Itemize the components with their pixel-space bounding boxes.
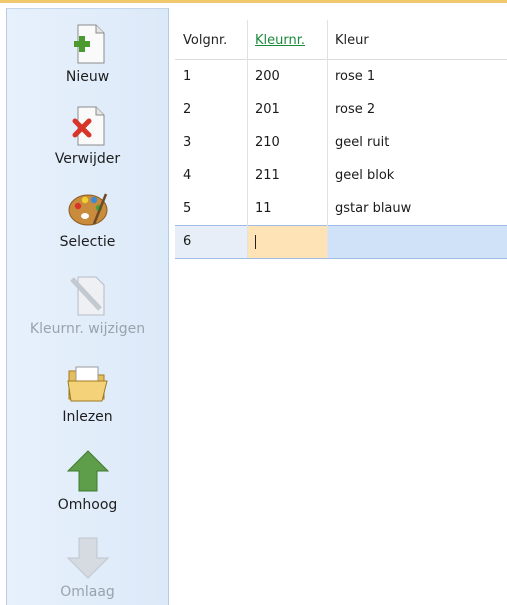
paint-palette-icon (68, 193, 107, 226)
cell-sequence-number[interactable]: 5 (175, 192, 247, 225)
new-row[interactable]: 6 (175, 225, 507, 258)
cell-color[interactable]: geel blok (327, 159, 507, 192)
column-divider (247, 20, 248, 258)
selection-button[interactable]: Selectie (7, 184, 168, 250)
color-table: Volgnr. Kleurnr. Kleur 1 200 rose 1 2 20… (175, 20, 507, 259)
header-color[interactable]: Kleur (327, 20, 507, 60)
cell-color[interactable] (327, 225, 507, 258)
new-label: Nieuw (65, 69, 110, 85)
change-color-label: Kleurnr. wijzigen (29, 321, 146, 337)
window-top-border (0, 0, 507, 3)
cell-color[interactable]: gstar blauw (327, 192, 507, 225)
cell-color-number[interactable]: 211 (247, 159, 327, 192)
cell-sequence-number[interactable]: 4 (175, 159, 247, 192)
move-up-label: Omhoog (57, 497, 118, 513)
move-up-button[interactable]: Omhoog (7, 447, 168, 513)
header-color-number-label: Kleurnr. (255, 32, 306, 48)
cell-sequence-number[interactable]: 2 (175, 93, 247, 126)
cell-sequence-number[interactable]: 3 (175, 126, 247, 159)
new-document-icon (73, 24, 104, 64)
new-button[interactable]: Nieuw (7, 19, 168, 85)
table-row[interactable]: 2 201 rose 2 (175, 93, 507, 126)
import-label: Inlezen (62, 409, 113, 425)
cell-color-number[interactable]: 210 (247, 126, 327, 159)
delete-label: Verwijder (54, 151, 121, 167)
edit-pencil-document-icon (69, 276, 104, 316)
table-header-row: Volgnr. Kleurnr. Kleur (175, 20, 507, 60)
delete-document-icon (72, 106, 104, 146)
table-row[interactable]: 5 11 gstar blauw (175, 192, 507, 225)
cell-color-number[interactable]: 201 (247, 93, 327, 126)
color-number-input[interactable] (247, 225, 327, 258)
cell-color-number[interactable]: 11 (247, 192, 327, 225)
import-button[interactable]: Inlezen (7, 359, 168, 425)
move-down-label: Omlaag (60, 584, 115, 600)
header-color-number[interactable]: Kleurnr. (247, 20, 327, 60)
table-row[interactable]: 4 211 geel blok (175, 159, 507, 192)
left-toolbar: Nieuw Verwijder Selectie Kleurnr. wijzig… (6, 8, 169, 605)
header-sequence-number[interactable]: Volgnr. (175, 20, 247, 60)
table-row[interactable]: 1 200 rose 1 (175, 60, 507, 93)
arrow-up-icon (66, 450, 109, 492)
change-color-button[interactable]: Kleurnr. wijzigen (7, 271, 168, 337)
text-cursor (255, 234, 256, 249)
move-down-button[interactable]: Omlaag (7, 534, 168, 600)
cell-sequence-number[interactable]: 6 (175, 225, 247, 258)
delete-button[interactable]: Verwijder (7, 101, 168, 167)
column-divider (327, 20, 328, 258)
app-window: Nieuw Verwijder Selectie Kleurnr. wijzig… (0, 0, 507, 605)
selection-label: Selectie (59, 234, 116, 250)
new-row-bottom-border (175, 258, 507, 259)
open-folder-icon (66, 366, 108, 402)
cell-color[interactable]: rose 2 (327, 93, 507, 126)
cell-color[interactable]: geel ruit (327, 126, 507, 159)
cell-sequence-number[interactable]: 1 (175, 60, 247, 93)
new-row-top-border (175, 225, 507, 226)
cell-color-number[interactable]: 200 (247, 60, 327, 93)
cell-color[interactable]: rose 1 (327, 60, 507, 93)
arrow-down-icon (66, 537, 109, 579)
table-row[interactable]: 3 210 geel ruit (175, 126, 507, 159)
